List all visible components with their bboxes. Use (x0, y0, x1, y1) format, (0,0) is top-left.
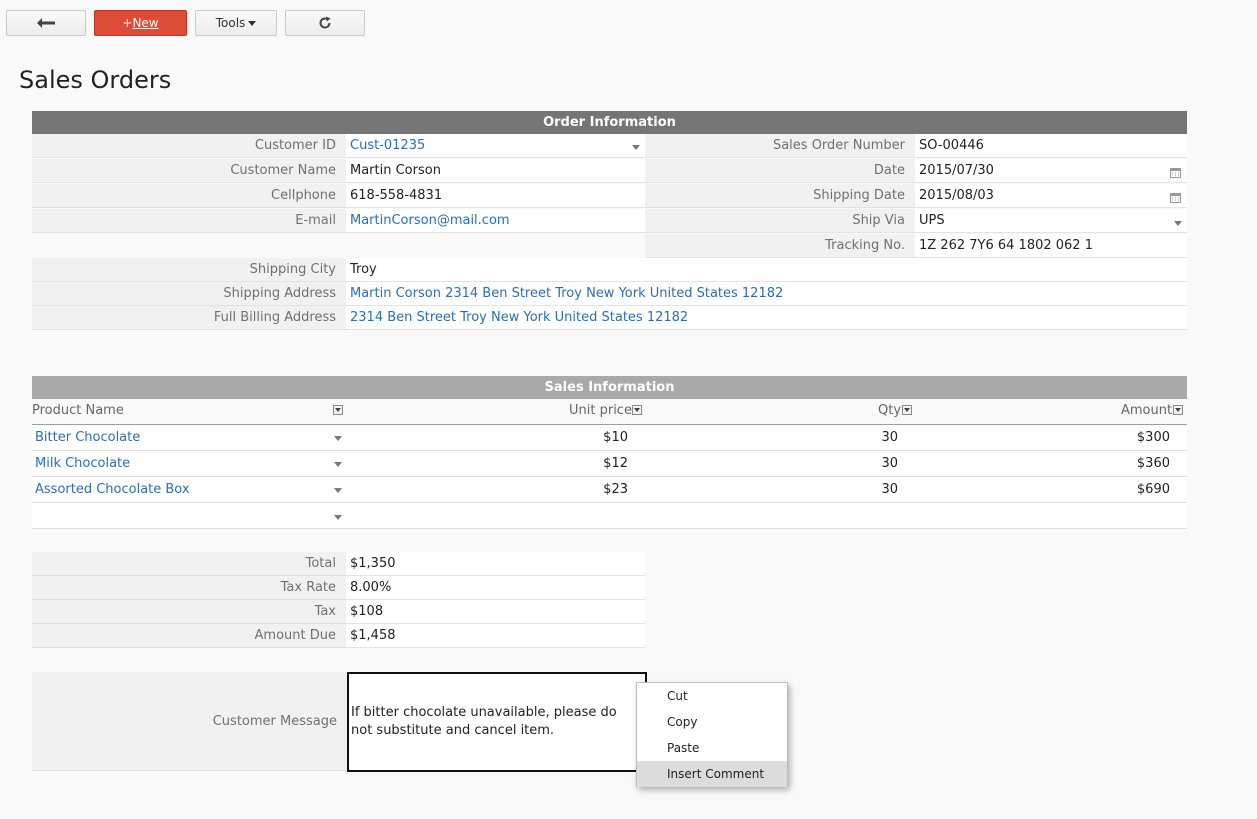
qty-cell[interactable]: 30 (881, 425, 898, 450)
customer-name-field[interactable]: Martin Corson (346, 159, 645, 183)
ship-via-dropdown-icon[interactable] (1174, 221, 1182, 226)
qty-cell[interactable]: 30 (881, 451, 898, 476)
context-menu: Cut Copy Paste Insert Comment (636, 682, 788, 787)
amount-cell[interactable]: $690 (1137, 477, 1170, 502)
customer-name-label: Customer Name (32, 159, 346, 183)
tax-rate-field[interactable]: 8.00% (346, 576, 645, 600)
amount-due-label: Amount Due (32, 624, 346, 648)
product-name-filter-icon[interactable] (333, 405, 343, 415)
ship-via-field[interactable]: UPS (915, 209, 1187, 233)
amount-column-header[interactable]: Amount (1121, 400, 1172, 424)
shipping-city-field[interactable]: Troy (346, 258, 1187, 282)
new-label: New (132, 16, 159, 30)
unit-price-cell[interactable]: $10 (603, 425, 628, 450)
date-field[interactable]: 2015/07/30 (915, 159, 1187, 183)
email-field[interactable]: MartinCorson@mail.com (346, 209, 645, 233)
unit-price-column-header[interactable]: Unit price (569, 400, 632, 424)
billing-address-label: Full Billing Address (32, 306, 346, 330)
shipping-city-label: Shipping City (32, 258, 346, 282)
unit-price-cell[interactable]: $23 (603, 477, 628, 502)
customer-message-label: Customer Message (32, 672, 347, 771)
ship-via-label: Ship Via (645, 209, 915, 233)
ship-via-value: UPS (919, 213, 945, 228)
customer-id-dropdown-icon[interactable] (632, 145, 640, 150)
tools-label: Tools (215, 16, 246, 30)
calendar-icon[interactable] (1170, 167, 1181, 178)
unit-price-filter-icon[interactable] (632, 405, 642, 415)
customer-id-value: Cust-01235 (350, 138, 426, 153)
qty-cell[interactable]: 30 (881, 477, 898, 502)
qty-filter-icon[interactable] (902, 405, 912, 415)
new-button[interactable]: + New (94, 10, 187, 36)
page-title: Sales Orders (19, 66, 172, 94)
tax-value: $108 (346, 600, 645, 624)
amount-filter-icon[interactable] (1173, 405, 1183, 415)
cellphone-field[interactable]: 618-558-4831 (346, 184, 645, 208)
new-prefix: + (122, 16, 133, 30)
shipping-date-field[interactable]: 2015/08/03 (915, 184, 1187, 208)
shipping-date-value: 2015/08/03 (919, 188, 994, 203)
table-row[interactable] (32, 503, 1187, 529)
shipping-address-label: Shipping Address (32, 282, 346, 306)
customer-id-field[interactable]: Cust-01235 (346, 134, 645, 158)
tax-label: Tax (32, 600, 346, 624)
context-menu-cut[interactable]: Cut (637, 683, 787, 709)
customer-message-field[interactable]: If bitter chocolate unavailable, please … (347, 672, 647, 772)
tracking-number-field[interactable]: 1Z 262 7Y6 64 1802 062 1 (915, 234, 1187, 258)
product-name-cell[interactable]: Bitter Chocolate (35, 425, 140, 450)
cellphone-label: Cellphone (32, 184, 346, 208)
product-dropdown-icon[interactable] (334, 436, 342, 441)
date-value: 2015/07/30 (919, 163, 994, 178)
product-name-cell[interactable]: Milk Chocolate (35, 451, 130, 476)
table-row[interactable]: Assorted Chocolate Box $23 30 $690 (32, 477, 1187, 503)
refresh-icon (319, 16, 331, 29)
product-dropdown-icon[interactable] (334, 462, 342, 467)
caret-down-icon (248, 20, 257, 26)
tax-rate-label: Tax Rate (32, 576, 346, 600)
refresh-button[interactable] (285, 10, 365, 36)
billing-address-field[interactable]: 2314 Ben Street Troy New York United Sta… (346, 306, 1187, 330)
table-row[interactable]: Bitter Chocolate $10 30 $300 (32, 425, 1187, 451)
order-information-header: Order Information (32, 111, 1187, 134)
product-name-column-header[interactable]: Product Name (32, 400, 124, 424)
context-menu-copy[interactable]: Copy (637, 709, 787, 735)
sales-information-header: Sales Information (32, 376, 1187, 399)
back-button[interactable] (6, 10, 86, 36)
calendar-icon[interactable] (1170, 192, 1181, 203)
product-name-cell[interactable]: Assorted Chocolate Box (35, 477, 190, 502)
sales-grid-header: Product Name Unit price Qty Amount (32, 400, 1187, 426)
amount-cell[interactable]: $360 (1137, 451, 1170, 476)
shipping-address-field[interactable]: Martin Corson 2314 Ben Street Troy New Y… (346, 282, 1187, 306)
tracking-number-label: Tracking No. (645, 234, 915, 258)
sales-order-number-label: Sales Order Number (645, 134, 915, 158)
customer-message-label-text: Customer Message (212, 714, 337, 729)
sales-order-number-field[interactable]: SO-00446 (915, 134, 1187, 158)
product-dropdown-icon[interactable] (334, 515, 342, 520)
tools-button[interactable]: Tools (195, 10, 277, 36)
email-label: E-mail (32, 209, 346, 233)
context-menu-paste[interactable]: Paste (637, 735, 787, 761)
amount-cell[interactable]: $300 (1137, 425, 1170, 450)
unit-price-cell[interactable]: $12 (603, 451, 628, 476)
arrow-left-icon (37, 18, 55, 28)
context-menu-insert-comment[interactable]: Insert Comment (637, 761, 787, 787)
amount-due-value: $1,458 (346, 624, 645, 648)
table-row[interactable]: Milk Chocolate $12 30 $360 (32, 451, 1187, 477)
order-information-title: Order Information (543, 115, 676, 130)
total-label: Total (32, 552, 346, 576)
sales-information-title: Sales Information (544, 380, 675, 395)
product-dropdown-icon[interactable] (334, 488, 342, 493)
total-value: $1,350 (346, 552, 645, 576)
shipping-date-label: Shipping Date (645, 184, 915, 208)
customer-id-label: Customer ID (32, 134, 346, 158)
date-label: Date (645, 159, 915, 183)
qty-column-header[interactable]: Qty (878, 400, 901, 424)
